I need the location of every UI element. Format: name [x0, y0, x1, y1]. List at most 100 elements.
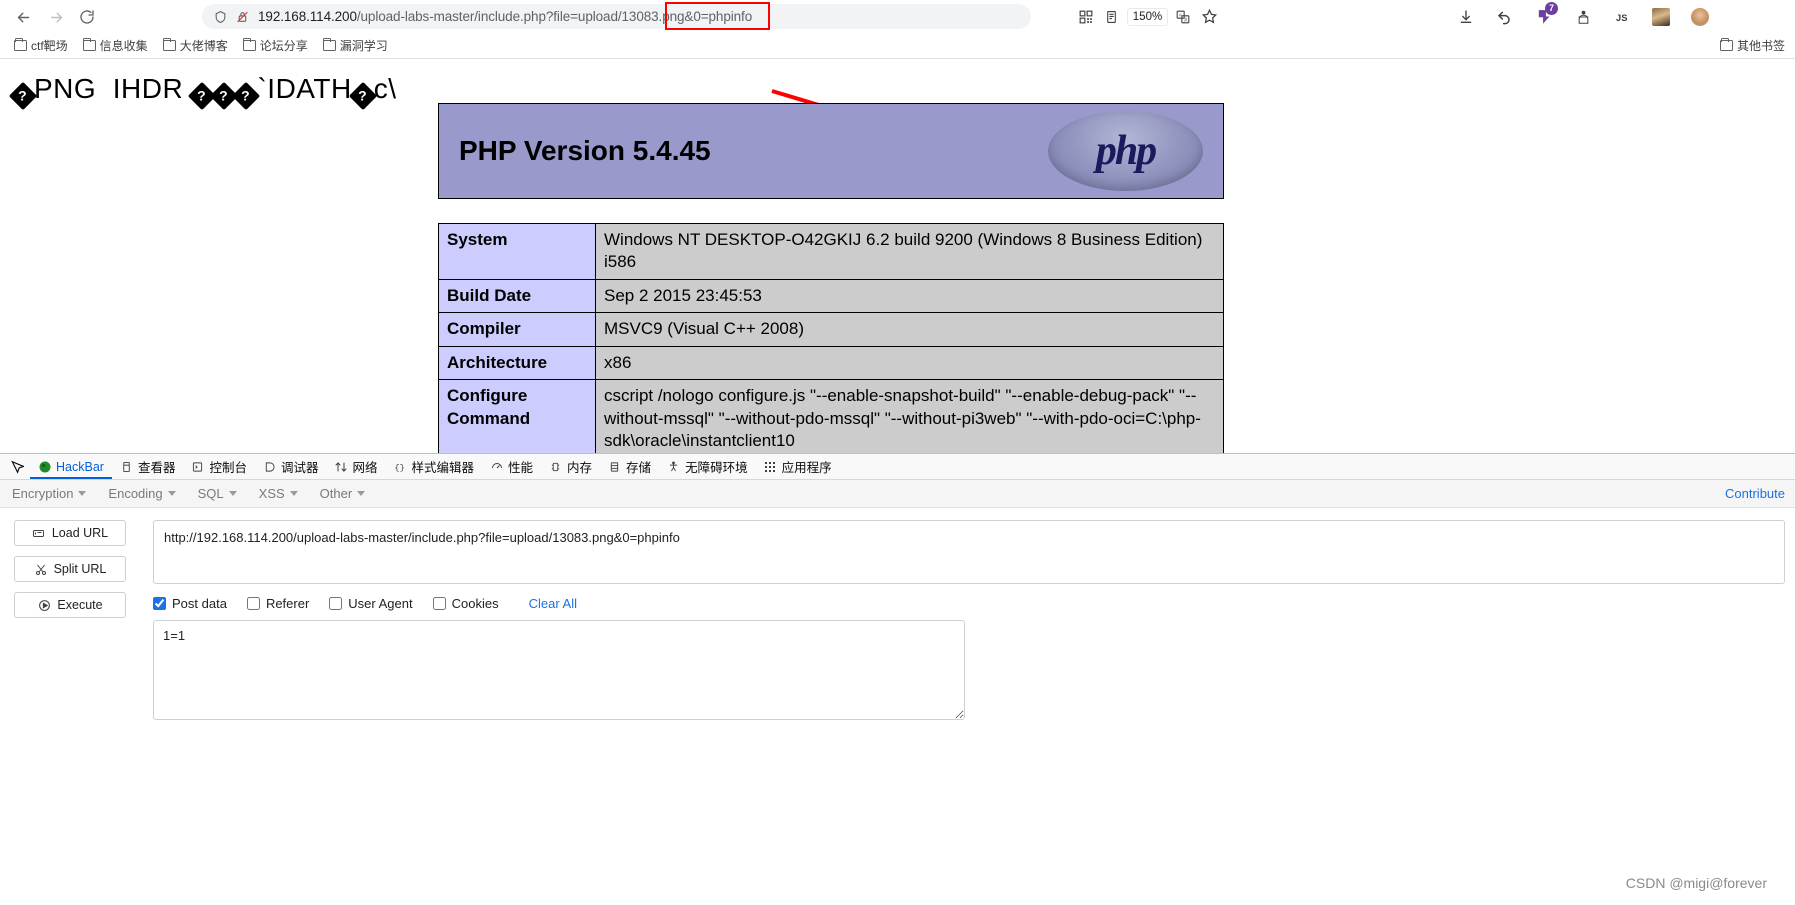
bookmark-item-1[interactable]: 信息收集 [77, 35, 154, 56]
bookmark-item-0[interactable]: ctf靶场 [8, 35, 74, 56]
url-text: 192.168.114.200/upload-labs-master/inclu… [258, 9, 752, 24]
address-bar[interactable]: 192.168.114.200/upload-labs-master/inclu… [202, 4, 1031, 29]
element-picker-icon[interactable] [4, 455, 30, 479]
menu-encryption[interactable]: Encryption [12, 486, 87, 501]
tab-label: 调试器 [280, 461, 319, 475]
menu-label: Encryption [12, 486, 74, 501]
performance-icon [490, 460, 503, 473]
memory-icon [549, 460, 562, 473]
checkbox-referer[interactable]: Referer [246, 596, 310, 611]
clear-all-link[interactable]: Clear All [529, 596, 577, 611]
qr-code-icon[interactable] [1075, 6, 1097, 28]
reading-list-icon[interactable] [1101, 6, 1123, 28]
menu-label: XSS [258, 486, 285, 501]
png-garbage-end-text: c\ [373, 73, 397, 104]
tab-label: 存储 [626, 461, 652, 475]
tab-label: 无障碍环境 [685, 461, 748, 475]
url-input[interactable] [153, 520, 1785, 584]
menu-encoding[interactable]: Encoding [108, 486, 176, 501]
extension-badge-count: 7 [1545, 1, 1558, 15]
chevron-down-icon [357, 491, 366, 496]
php-logo-icon: php [1048, 111, 1203, 191]
console-icon [191, 460, 204, 473]
tab-label: 网络 [352, 461, 378, 475]
forward-button[interactable] [43, 4, 69, 30]
phpinfo-table: System Windows NT DESKTOP-O42GKIJ 6.2 bu… [438, 223, 1224, 453]
load-url-button[interactable]: Load URL [14, 520, 126, 546]
chevron-down-icon [228, 491, 237, 496]
tab-performance[interactable]: 性能 [482, 454, 541, 479]
tab-hackbar[interactable]: HackBar [30, 454, 112, 479]
extension-ninja-icon[interactable] [1572, 6, 1594, 28]
folder-icon [162, 37, 176, 51]
table-cell-value: x86 [595, 345, 1224, 381]
cookies-checkbox[interactable] [432, 597, 446, 610]
bookmark-item-2[interactable]: 大佬博客 [157, 35, 234, 56]
tab-console[interactable]: 控制台 [183, 454, 255, 479]
translate-icon[interactable]: A文 [1172, 6, 1194, 28]
folder-icon [242, 37, 256, 51]
tab-label: 样式编辑器 [411, 461, 475, 475]
post-data-input[interactable] [153, 620, 965, 720]
user-agent-checkbox[interactable] [329, 597, 343, 610]
menu-other[interactable]: Other [320, 486, 366, 501]
downloads-icon[interactable] [1455, 6, 1477, 28]
profile-avatar-icon[interactable] [1689, 6, 1711, 28]
menu-sql[interactable]: SQL [198, 486, 237, 501]
tab-style-editor[interactable]: {} 样式编辑器 [386, 454, 483, 479]
bookmark-item-4[interactable]: 漏洞学习 [317, 35, 394, 56]
folder-icon [1719, 37, 1733, 51]
checkbox-user-agent[interactable]: User Agent [329, 596, 413, 611]
tab-application[interactable]: 应用程序 [756, 454, 840, 479]
bookmark-item-3[interactable]: 论坛分享 [237, 35, 314, 56]
tab-label: 内存 [567, 461, 593, 475]
omnibox-tools: 150% A文 [1075, 4, 1220, 29]
post-data-checkbox[interactable] [153, 597, 166, 610]
extension-avatar-icon[interactable] [1650, 6, 1672, 28]
bookmark-label: ctf靶场 [31, 39, 68, 53]
watermark-text: CSDN @migi@forever [1625, 875, 1767, 891]
table-cell-key: Architecture [438, 345, 596, 381]
tab-storage[interactable]: 存储 [600, 454, 659, 479]
split-url-button[interactable]: Split URL [14, 556, 126, 582]
permission-blocked-icon[interactable] [232, 10, 252, 24]
split-url-icon [34, 562, 48, 576]
checkbox-label: Post data [172, 596, 227, 611]
url-path: /upload-labs-master/include.php?file=upl… [356, 9, 753, 24]
png-binary-garbage-text: ? PNG IHDR ??? `IDATH? c\ [8, 73, 397, 111]
execute-button[interactable]: Execute [14, 592, 126, 618]
folder-icon [14, 37, 27, 51]
checkbox-cookies[interactable]: Cookies [432, 596, 499, 611]
tab-accessibility[interactable]: 无障碍环境 [659, 454, 756, 479]
reload-button[interactable] [74, 4, 100, 30]
zoom-level-badge[interactable]: 150% [1126, 7, 1169, 26]
checkbox-post-data[interactable]: Post data [153, 596, 227, 611]
tab-label: 性能 [508, 461, 534, 475]
tab-network[interactable]: 网络 [326, 454, 385, 479]
phpinfo-header: PHP Version 5.4.45 php [438, 103, 1224, 199]
tab-inspector[interactable]: 查看器 [112, 454, 184, 479]
back-button[interactable] [10, 4, 36, 30]
menu-label: SQL [197, 486, 224, 501]
referer-checkbox[interactable] [246, 597, 260, 610]
debugger-icon [263, 460, 276, 473]
menu-label: Other [319, 486, 353, 501]
bookmark-star-icon[interactable] [1198, 6, 1220, 28]
hackbar-body: Load URL Split URL Execute Post data [0, 508, 1795, 720]
tab-memory[interactable]: 内存 [541, 454, 600, 479]
checkbox-label: Referer [265, 596, 310, 611]
tab-label: 查看器 [137, 461, 176, 475]
table-row: Compiler MSVC9 (Visual C++ 2008) [438, 312, 1224, 347]
undo-close-tab-icon[interactable] [1494, 6, 1516, 28]
extension-js-icon[interactable]: JS [1611, 6, 1633, 28]
table-cell-value: Sep 2 2015 23:45:53 [595, 278, 1224, 314]
table-row: Architecture x86 [438, 345, 1224, 381]
other-bookmarks-button[interactable]: 其他书签 [1719, 37, 1785, 54]
extension-purple-icon[interactable]: 7 [1533, 1, 1558, 28]
menu-xss[interactable]: XSS [259, 486, 298, 501]
svg-text:JS: JS [1616, 13, 1627, 23]
tab-debugger[interactable]: 调试器 [255, 454, 327, 479]
hackbar-options-row: Post data Referer User Agent Cookies Cle… [153, 596, 577, 611]
contribute-link[interactable]: Contribute [1725, 486, 1785, 501]
svg-text:{}: {} [395, 463, 405, 473]
